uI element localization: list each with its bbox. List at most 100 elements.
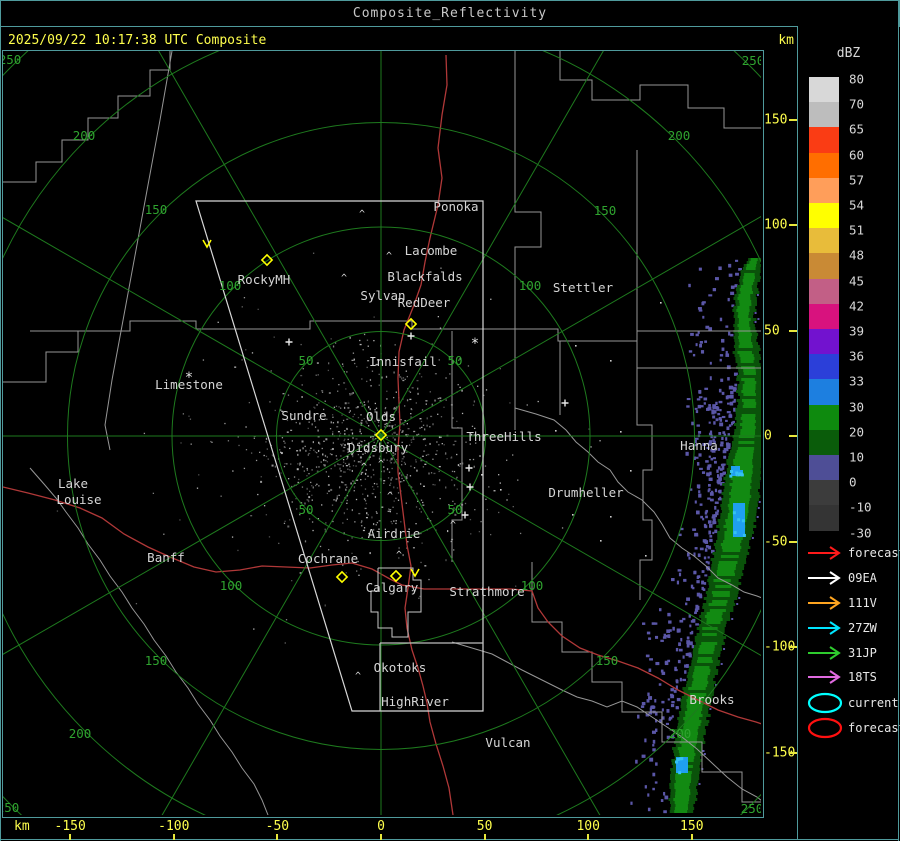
legend-current-ellipse-icon — [806, 692, 844, 714]
legend-label: current — [848, 696, 899, 710]
dot-marker-icon — [660, 302, 662, 304]
window-border-left — [0, 0, 1, 841]
scale-color-box — [809, 253, 839, 279]
x-axis-tick — [380, 834, 382, 840]
range-ring-label: 200 — [669, 726, 692, 741]
range-ring-label: 250 — [3, 800, 19, 815]
site-diamond-icon — [335, 570, 349, 584]
plus-marker-icon — [465, 464, 473, 472]
scale-color-box — [809, 152, 839, 178]
legend-31JP-arrow-icon — [806, 642, 844, 664]
window-border-right — [898, 0, 899, 841]
scale-color-box — [809, 379, 839, 405]
scale-label: 54 — [849, 197, 865, 213]
city-label-highriver: HighRiver — [381, 694, 449, 709]
city-label-lacombe: Lacombe — [405, 243, 458, 258]
x-axis-tick-label: -100 — [158, 819, 190, 834]
scale-color-box — [809, 404, 839, 430]
scale-color-box — [809, 127, 839, 153]
scale-label: 65 — [849, 121, 865, 137]
y-axis-tick — [789, 751, 797, 754]
scale-label: 51 — [849, 222, 865, 238]
city-label-threehills: ThreeHills — [466, 429, 541, 444]
city-label-louise: Louise — [56, 492, 101, 507]
range-ring-label: 100 — [519, 278, 542, 293]
city-label-okotoks: Okotoks — [374, 660, 427, 675]
y-axis-tick — [789, 329, 797, 332]
dot-marker-icon — [575, 345, 577, 347]
city-label-didsbury: Didsbury — [348, 440, 409, 455]
scale-label: 0 — [849, 474, 857, 490]
dot-marker-icon — [572, 514, 574, 516]
y-axis-tick — [789, 435, 797, 437]
caret-marker-icon: ^ — [450, 520, 456, 531]
x-axis-tick — [69, 834, 72, 840]
scale-label: 70 — [849, 96, 865, 112]
scale-label: 42 — [849, 298, 865, 314]
bottom-axis-unit-label: km — [14, 819, 30, 834]
city-label-reddeer: RedDeer — [398, 295, 451, 310]
range-ring-label: 50 — [298, 353, 313, 368]
plus-marker-icon — [561, 399, 569, 407]
scale-color-box — [809, 429, 839, 455]
scale-label: 45 — [849, 273, 865, 289]
down-arrow-icon — [410, 568, 420, 578]
city-label-sundre: Sundre — [281, 408, 326, 423]
legend-27ZW-arrow-icon — [806, 617, 844, 639]
y-axis-tick-label: -50 — [764, 534, 788, 549]
range-ring-label: 100 — [220, 578, 243, 593]
scale-label: 60 — [849, 147, 865, 163]
caret-marker-icon: ^ — [341, 273, 347, 284]
scale-color-box — [809, 505, 839, 531]
caret-marker-icon: ^ — [386, 251, 392, 262]
window-title: Composite_Reflectivity — [352, 6, 548, 21]
scale-color-box — [809, 177, 839, 203]
city-label-ponoka: Ponoka — [433, 199, 478, 214]
city-label-banff: Banff — [147, 550, 185, 565]
radar-map-canvas[interactable]: 2502001501005050100150200250501001502002… — [2, 50, 764, 818]
scale-label: 48 — [849, 247, 865, 263]
city-label-hanna: Hanna — [680, 438, 718, 453]
city-label-blackfalds: Blackfalds — [387, 269, 462, 284]
radar-map-svg: 2502001501005050100150200250501001502002… — [3, 51, 761, 815]
legend-09EA-arrow-icon — [806, 567, 844, 589]
range-ring-label: 50 — [447, 502, 462, 517]
x-axis-tick — [483, 834, 486, 840]
asterisk-marker-icon: * — [471, 336, 479, 352]
range-ring-label: 50 — [447, 353, 462, 368]
x-axis-tick — [690, 834, 693, 840]
window-border-bottom — [0, 839, 899, 840]
plus-marker-icon — [407, 332, 415, 340]
range-ring-label: 250 — [742, 53, 761, 68]
scale-color-box — [809, 354, 839, 380]
plus-marker-icon — [285, 338, 293, 346]
range-ring-label: 200 — [73, 128, 96, 143]
city-label-innisfail: Innisfail — [369, 354, 437, 369]
scale-color-box — [809, 77, 839, 103]
range-ring-label: 150 — [594, 203, 617, 218]
city-label-lake: Lake — [58, 476, 88, 491]
x-axis-tick-label: 100 — [576, 819, 600, 834]
city-label-vulcan: Vulcan — [485, 735, 530, 750]
dot-marker-icon — [500, 489, 502, 491]
range-ring-label: 250 — [741, 801, 761, 815]
dot-marker-icon — [645, 555, 647, 557]
y-axis-tick — [789, 540, 797, 543]
x-axis-tick-label: 50 — [476, 819, 493, 834]
scale-label: 30 — [849, 399, 865, 415]
caret-marker-icon: ^ — [361, 462, 367, 473]
dot-marker-icon — [610, 516, 612, 518]
x-axis-tick — [587, 834, 590, 840]
city-label-rockymh: RockyMH — [238, 272, 291, 287]
scale-label: -10 — [849, 499, 872, 515]
timestamp-label: 2025/09/22 10:17:38 UTC Composite — [8, 33, 267, 48]
scale-color-box — [809, 303, 839, 329]
city-label-calgary: Calgary — [366, 580, 419, 595]
legend-label: forecast — [848, 546, 900, 560]
color-scale-title: dBZ — [836, 46, 861, 61]
city-label-strathmore: Strathmore — [449, 584, 524, 599]
legend-111V-arrow-icon — [806, 592, 844, 614]
city-label-cochrane: Cochrane — [298, 551, 358, 566]
city-label-brooks: Brooks — [689, 692, 734, 707]
legend-label: 27ZW — [848, 621, 877, 635]
